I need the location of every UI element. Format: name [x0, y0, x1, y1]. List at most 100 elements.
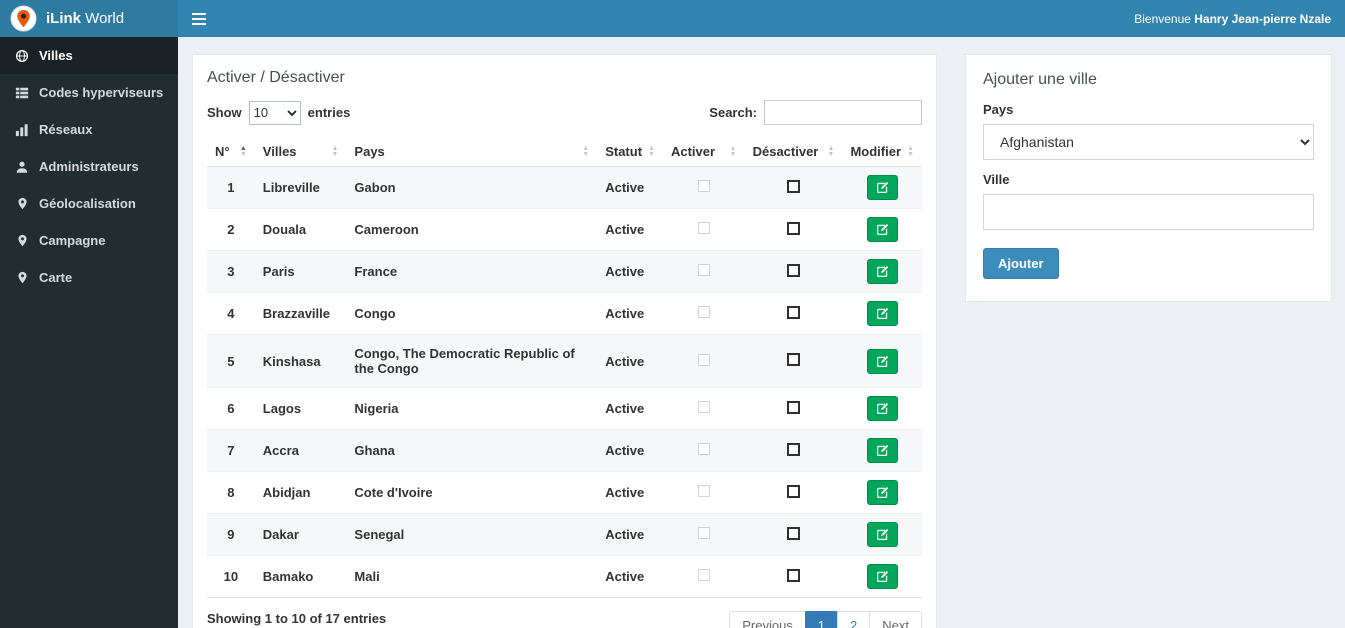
list-icon — [14, 86, 30, 100]
user-icon — [14, 160, 30, 174]
ville-cell: Abidjan — [254, 471, 347, 514]
modifier-button[interactable] — [866, 259, 898, 284]
sort-icon: ▲ ▼ — [648, 144, 655, 158]
sort-icon: ▲ ▼ — [907, 144, 914, 158]
modifier-button[interactable] — [866, 396, 898, 421]
desactiver-checkbox[interactable] — [787, 484, 801, 498]
page-length-control: Show 10 entries — [207, 100, 351, 125]
sidebar-item-administrateurs[interactable]: Administrateurs — [0, 148, 178, 185]
edit-icon — [876, 486, 889, 499]
pays-select[interactable]: Afghanistan — [983, 124, 1314, 160]
sidebar-item-label: Carte — [39, 270, 73, 285]
row-number: 8 — [207, 471, 255, 514]
entries-label: entries — [307, 105, 351, 120]
desactiver-checkbox[interactable] — [787, 179, 801, 193]
desactiver-checkbox[interactable] — [787, 353, 801, 366]
column-header-pays[interactable]: Pays ▲ ▼ — [346, 137, 598, 167]
pays-cell: Cameroon — [346, 208, 598, 251]
table-info: Showing 1 to 10 of 17 entries — [207, 611, 387, 626]
modifier-button[interactable] — [866, 480, 898, 505]
pays-cell: France — [346, 250, 598, 293]
ville-label: Ville — [983, 172, 1010, 187]
modifier-button[interactable] — [866, 348, 898, 374]
pagination-pages: 12 — [804, 611, 871, 628]
activer-checkbox[interactable] — [697, 401, 710, 413]
sidebar-item-carte[interactable]: Carte — [0, 259, 178, 296]
add-panel-title: Ajouter une ville — [983, 71, 1097, 88]
modifier-button[interactable] — [866, 175, 898, 200]
table-row: 2 Douala Cameroon Active — [207, 208, 922, 251]
table-header-row: N° ▲ ▼ Villes ▲ ▼ Pays ▲ ▼ Statut ▲ ▼ Ac… — [207, 137, 922, 167]
table-row: 6 Lagos Nigeria Active — [207, 387, 922, 430]
row-number: 2 — [207, 208, 255, 251]
desactiver-checkbox[interactable] — [787, 442, 801, 456]
ville-cell: Dakar — [254, 513, 347, 556]
activer-checkbox[interactable] — [697, 180, 710, 192]
modifier-button[interactable] — [866, 217, 898, 242]
column-header-modifier[interactable]: Modifier ▲ ▼ — [842, 137, 922, 167]
page-length-select[interactable]: 10 — [248, 100, 301, 125]
sidebar: Villes Codes hyperviseurs Réseaux Admini… — [0, 37, 178, 628]
sidebar-item-villes[interactable]: Villes — [0, 37, 178, 74]
show-label: Show — [207, 105, 242, 120]
column-header-num[interactable]: N° ▲ ▼ — [207, 137, 255, 167]
pagination-previous[interactable]: Previous — [729, 611, 806, 628]
row-number: 3 — [207, 250, 255, 293]
activer-checkbox[interactable] — [697, 222, 710, 234]
ville-cell: Bamako — [254, 555, 347, 598]
sort-icon: ▲ ▼ — [239, 144, 247, 158]
brand[interactable]: iLink World — [0, 0, 178, 37]
activer-checkbox[interactable] — [697, 569, 710, 581]
pagination-page-2[interactable]: 2 — [837, 611, 871, 628]
table-row: 7 Accra Ghana Active — [207, 429, 922, 472]
ajouter-button[interactable]: Ajouter — [983, 248, 1059, 279]
statut-cell: Active — [597, 334, 663, 388]
desactiver-checkbox[interactable] — [787, 263, 801, 277]
activer-checkbox[interactable] — [697, 353, 710, 366]
table-row: 1 Libreville Gabon Active — [207, 166, 922, 209]
welcome-text: Bienvenue Hanry Jean-pierre Nzale — [1134, 11, 1331, 26]
column-header-desactiver[interactable]: Désactiver ▲ ▼ — [744, 137, 843, 167]
activer-checkbox[interactable] — [697, 306, 710, 318]
modifier-button[interactable] — [866, 564, 898, 589]
column-header-villes[interactable]: Villes ▲ ▼ — [254, 137, 347, 167]
activer-checkbox[interactable] — [697, 443, 710, 455]
ville-input[interactable] — [983, 194, 1314, 230]
pagination-next[interactable]: Next — [869, 611, 922, 628]
sidebar-item-campagne[interactable]: Campagne — [0, 222, 178, 259]
search-input[interactable] — [764, 100, 922, 125]
pays-cell: Nigeria — [346, 387, 598, 430]
activer-checkbox[interactable] — [697, 264, 710, 276]
pays-cell: Senegal — [346, 513, 598, 556]
activer-checkbox[interactable] — [697, 527, 710, 539]
column-header-activer[interactable]: Activer ▲ ▼ — [662, 137, 745, 167]
sidebar-item-label: Villes — [39, 48, 73, 63]
chart-icon — [14, 123, 30, 137]
sidebar-item-codes-hyperviseurs[interactable]: Codes hyperviseurs — [0, 74, 178, 111]
desactiver-checkbox[interactable] — [787, 526, 801, 540]
column-header-statut[interactable]: Statut ▲ ▼ — [597, 137, 663, 167]
modifier-button[interactable] — [866, 522, 898, 547]
modifier-button[interactable] — [866, 301, 898, 326]
ville-cell: Brazzaville — [254, 292, 347, 335]
ville-cell: Lagos — [254, 387, 347, 430]
pagination-page-1[interactable]: 1 — [804, 611, 839, 628]
sidebar-item-geolocalisation[interactable]: Géolocalisation — [0, 185, 178, 222]
sidebar-item-reseaux[interactable]: Réseaux — [0, 111, 178, 148]
desactiver-checkbox[interactable] — [787, 568, 801, 582]
sidebar-item-label: Codes hyperviseurs — [39, 85, 164, 100]
sidebar-toggle-button[interactable] — [178, 0, 220, 37]
sort-icon: ▲ ▼ — [827, 144, 835, 158]
row-number: 7 — [207, 429, 255, 472]
desactiver-checkbox[interactable] — [787, 305, 801, 319]
statut-cell: Active — [597, 387, 663, 430]
modifier-button[interactable] — [866, 438, 898, 463]
desactiver-checkbox[interactable] — [787, 400, 801, 414]
activer-checkbox[interactable] — [697, 485, 710, 497]
table-row: 8 Abidjan Cote d'Ivoire Active — [207, 471, 922, 514]
ville-cell: Libreville — [254, 166, 347, 209]
main-content: Modification et Activation des villes Ac… — [178, 0, 1345, 628]
villes-table: N° ▲ ▼ Villes ▲ ▼ Pays ▲ ▼ Statut ▲ ▼ Ac… — [207, 137, 922, 598]
desactiver-checkbox[interactable] — [787, 221, 801, 235]
table-footer: Showing 1 to 10 of 17 entries Previous 1… — [207, 598, 922, 628]
